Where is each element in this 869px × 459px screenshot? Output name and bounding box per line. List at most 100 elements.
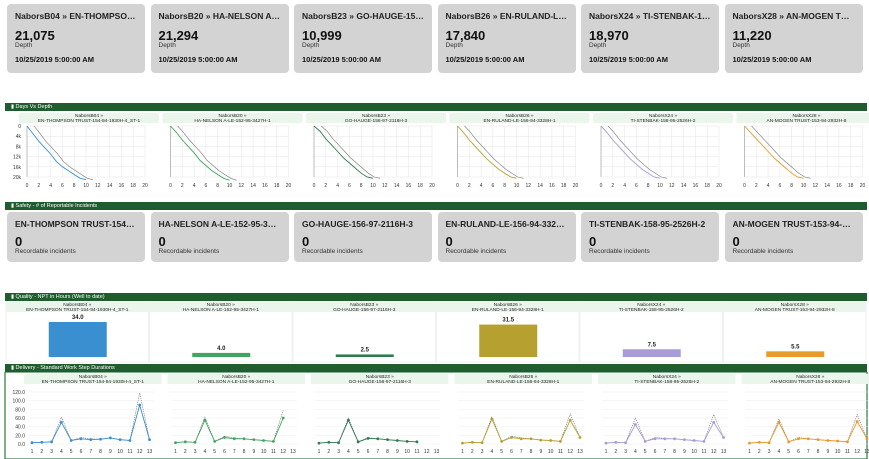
delivery-point[interactable] [262,439,266,442]
delivery-point[interactable] [99,437,102,441]
delivery-point[interactable] [826,439,830,442]
section-header-delivery[interactable]: ▮ Delivery - Standard Work Step Duration… [5,364,867,372]
delivery-point[interactable] [846,440,849,444]
delivery-point[interactable] [174,441,177,445]
delivery-point[interactable] [148,438,151,442]
delivery-point[interactable] [337,441,340,445]
section-header-quality[interactable]: ▮ Quality - NPT in Hours (Well to date) [5,293,867,301]
x-tick-label: 20 [860,183,866,189]
delivery-point[interactable] [722,436,725,439]
delivery-point[interactable] [633,423,637,426]
npt-bar[interactable] [766,351,825,357]
delivery-point[interactable] [559,440,562,443]
delivery-point[interactable] [816,438,820,442]
delivery-point[interactable] [748,441,751,445]
delivery-point[interactable] [138,403,142,407]
delivery-point[interactable] [578,436,582,439]
safety-card[interactable]: TI-STENBAK-158-95-2526H-2 0 Recordable inc… [581,212,719,262]
npt-bar[interactable] [335,354,394,357]
safety-card[interactable]: EN-THOMPSON TRUST-154-94-193... 0Recordab… [7,212,145,262]
npt-bar[interactable] [479,324,538,357]
delivery-point[interactable] [568,418,572,422]
x-tick-label: 10 [514,183,520,189]
delivery-point[interactable] [500,440,504,443]
delivery-point[interactable] [183,440,187,444]
delivery-point[interactable] [682,438,686,442]
safety-card[interactable]: GO-HAUGE-156-97-2116H-3 0 Recordable incid… [294,212,432,262]
delivery-point[interactable] [30,441,34,445]
delivery-point[interactable] [223,436,226,439]
delivery-point[interactable] [692,439,696,442]
depth-card[interactable]: NaborsX24 » TI-STENBAK-158-95-... 18,970D… [581,4,719,73]
delivery-point[interactable] [787,440,791,444]
delivery-point[interactable] [89,438,93,442]
delivery-point[interactable] [614,440,618,444]
delivery-point[interactable] [415,440,419,444]
delivery-point[interactable] [643,440,647,443]
delivery-point[interactable] [653,437,657,441]
delivery-point[interactable] [767,441,771,445]
depth-card[interactable]: NaborsB26 » EN-RULAND-LE-156-... 17,840De… [437,4,576,73]
delivery-point[interactable] [797,437,800,441]
delivery-point[interactable] [366,436,370,440]
delivery-point[interactable] [281,416,285,420]
section-header-safety[interactable]: ▮ Safety - # of Reportable Incidents [5,202,867,210]
safety-card[interactable]: HA-NELSON A-LE-152-95-3427H-1 0Recordable… [150,212,289,262]
safety-card[interactable]: AN-MOGEN TRUST-153-94-2932H-8 0Recordable… [724,212,863,262]
depth-card[interactable]: NaborsB23 » GO-HAUGE-156-97-... 10,999Dep… [294,4,432,73]
delivery-point[interactable] [118,438,122,442]
delivery-point[interactable] [193,440,197,444]
delivery-point[interactable] [128,439,132,442]
depth-card[interactable]: NaborsB04 » EN-THOMPSON TRUST... 21,075De… [7,4,145,73]
delivery-point[interactable] [327,440,331,444]
delivery-point[interactable] [519,437,523,441]
delivery-point[interactable] [346,418,350,422]
delivery-point[interactable] [673,437,676,441]
delivery-point[interactable] [806,437,810,441]
delivery-point[interactable] [395,439,399,442]
delivery-point[interactable] [59,420,63,424]
delivery-point[interactable] [604,441,608,445]
delivery-point[interactable] [386,438,389,442]
delivery-point[interactable] [836,439,840,443]
delivery-point[interactable] [757,440,761,444]
delivery-point[interactable] [470,440,474,444]
delivery-point[interactable] [232,437,236,441]
delivery-point[interactable] [490,417,494,421]
delivery-point[interactable] [108,436,112,440]
delivery-point[interactable] [40,440,44,444]
delivery-point[interactable] [50,440,53,444]
section-header-days-vs-depth[interactable]: ▮ Days Vs Depth [5,103,867,111]
delivery-point[interactable] [663,437,667,441]
delivery-point[interactable] [272,440,275,443]
delivery-point[interactable] [405,440,409,443]
delivery-point[interactable] [549,439,553,442]
delivery-point[interactable] [480,441,484,445]
delivery-point[interactable] [69,439,73,442]
delivery-point[interactable] [529,437,533,441]
delivery-point[interactable] [461,441,464,445]
delivery-point[interactable] [356,440,360,444]
delivery-point[interactable] [702,440,706,443]
delivery-point[interactable] [252,438,256,442]
delivery-point[interactable] [317,441,321,445]
delivery-point[interactable] [624,441,627,445]
delivery-point[interactable] [865,437,869,441]
delivery-point[interactable] [510,436,513,439]
delivery-point[interactable] [777,420,781,424]
incident-unit: Recordable incidents [589,248,650,255]
delivery-point[interactable] [376,437,380,441]
delivery-point[interactable] [203,418,207,422]
npt-bar[interactable] [192,352,251,357]
delivery-point[interactable] [213,440,217,443]
npt-bar[interactable] [622,349,681,357]
delivery-point[interactable] [539,438,543,442]
safety-card[interactable]: EN-RULAND-LE-156-94-3328H-1 0 Recordable i… [437,212,576,262]
depth-card[interactable]: NaborsX28 » AN-MOGEN TRUST-1... 11,220Dep… [724,4,863,73]
delivery-point[interactable] [712,420,716,424]
npt-bar[interactable] [48,322,107,357]
depth-card[interactable]: NaborsB20 » HA-NELSON A-LE-15... 21,294De… [150,4,289,73]
delivery-point[interactable] [242,437,246,441]
delivery-point[interactable] [855,420,859,423]
delivery-point[interactable] [79,437,83,441]
